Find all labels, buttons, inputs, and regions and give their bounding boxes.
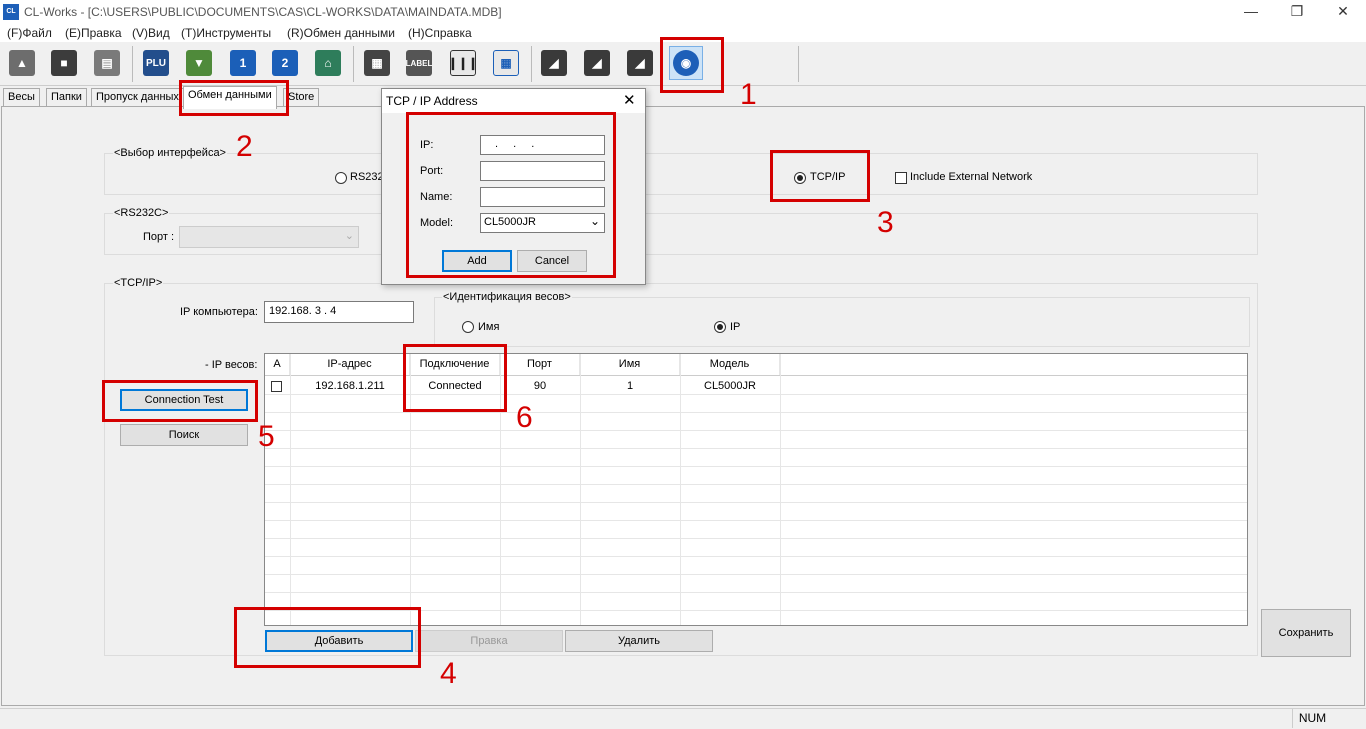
send-3-icon[interactable]: ◢ [623,46,657,80]
window-title: CL-Works - [C:\USERS\PUBLIC\DOCUMENTS\CA… [24,5,502,19]
col-header-ip: IP-адрес [290,354,410,375]
table-icon[interactable]: ▦ [489,46,523,80]
ident-group [434,297,1250,347]
scale-ip-label: - IP весов: [205,359,258,371]
scale-1-label: 1 [230,50,256,76]
pc-ip-label: IP компьютера: [180,306,258,318]
tcpip-group-title: <TCP/IP> [113,277,164,289]
highlight-connection-column [403,344,507,412]
menu-file[interactable]: (F)Файл [7,26,52,40]
row-ip: 192.168.1.211 [315,380,385,392]
label-icon[interactable]: LABEL [402,46,436,80]
open-folder-icon[interactable]: ▲ [5,46,39,80]
col-header-a: A [265,354,290,375]
dialog-close-icon[interactable]: ✕ [623,91,636,109]
edit-button[interactable]: Правка [415,630,563,652]
tab-data-exchange[interactable]: Обмен данными [183,86,277,109]
include-external-checkbox[interactable] [895,172,907,184]
tab-skip-data[interactable]: Пропуск данных [91,88,184,107]
interface-group [104,153,1258,195]
scale-device-icon[interactable]: ▦ [360,46,394,80]
save-button[interactable]: Сохранить [1261,609,1351,657]
highlight-connection-test [102,380,258,422]
pc-ip-input[interactable]: 192.168. 3 . 4 [264,301,414,323]
port-select[interactable]: ⌄ [179,226,359,248]
col-header-name: Имя [580,354,680,375]
menu-data-exchange[interactable]: (R)Обмен данными [287,26,395,40]
rs232-group-title: <RS232C> [113,207,170,219]
annotation-4: 4 [440,657,457,690]
menu-edit[interactable]: (E)Правка [65,26,122,40]
plu-label: PLU [143,50,169,76]
highlight-add-button [234,607,421,668]
ident-ip-label: IP [730,321,741,333]
dialog-title-bar: TCP / IP Address ✕ [382,89,645,113]
download-icon[interactable]: ▼ [182,46,216,80]
row-name: 1 [626,380,634,392]
annotation-6: 6 [516,401,533,434]
annotation-1: 1 [740,78,757,111]
save-icon[interactable]: ■ [47,46,81,80]
dialog-title: TCP / IP Address [386,94,478,108]
status-bar: NUM [0,708,1366,729]
ident-group-title: <Идентификация весов> [442,291,572,303]
highlight-tcpip-radio [770,150,870,202]
ident-ip-radio[interactable] [714,321,726,333]
title-bar: CL CL-Works - [C:\USERS\PUBLIC\DOCUMENTS… [0,0,1366,24]
scale-2-label: 2 [272,50,298,76]
close-icon[interactable]: ✕ [1320,0,1366,24]
menu-help[interactable]: (H)Справка [408,26,472,40]
send-2-icon[interactable]: ◢ [580,46,614,80]
menu-view[interactable]: (V)Вид [132,26,170,40]
num-lock-indicator: NUM [1292,709,1332,728]
interface-group-title: <Выбор интерфейса> [113,147,227,159]
include-external-label: Include External Network [910,171,1033,183]
rs232-radio[interactable] [335,172,347,184]
app-icon: CL [3,4,19,20]
plu-icon[interactable]: PLU [139,46,173,80]
rs232-label: RS232 [350,171,384,183]
annotation-3: 3 [877,206,894,239]
label-label: LABEL [406,50,432,76]
annotation-2: 2 [236,130,253,163]
port-label: Порт : [143,231,175,243]
search-button[interactable]: Поиск [120,424,248,446]
ident-name-label: Имя [478,321,500,333]
menu-tools[interactable]: (T)Инструменты [181,26,271,40]
chevron-down-icon: ⌄ [344,230,354,242]
barcode-icon[interactable]: ❙❙❙ [446,46,480,80]
row-checkbox[interactable] [271,381,282,392]
restore-icon[interactable]: ❐ [1274,0,1320,24]
delete-button[interactable]: Удалить [565,630,713,652]
col-header-port: Порт [500,354,580,375]
print-icon[interactable]: ▤ [90,46,124,80]
highlight-dialog-fields [406,112,616,278]
row-port: 90 [533,380,547,392]
store-icon[interactable]: ⌂ [311,46,345,80]
row-model: CL5000JR [704,380,756,392]
tab-folders[interactable]: Папки [46,88,87,107]
scale-2-icon[interactable]: 2 [268,46,302,80]
ident-name-radio[interactable] [462,321,474,333]
tab-scales[interactable]: Весы [3,88,40,107]
col-header-model: Модель [680,354,780,375]
highlight-settings-icon [660,37,724,93]
send-1-icon[interactable]: ◢ [537,46,571,80]
minimize-icon[interactable]: — [1228,0,1274,24]
annotation-5: 5 [258,420,275,453]
scale-1-icon[interactable]: 1 [226,46,260,80]
